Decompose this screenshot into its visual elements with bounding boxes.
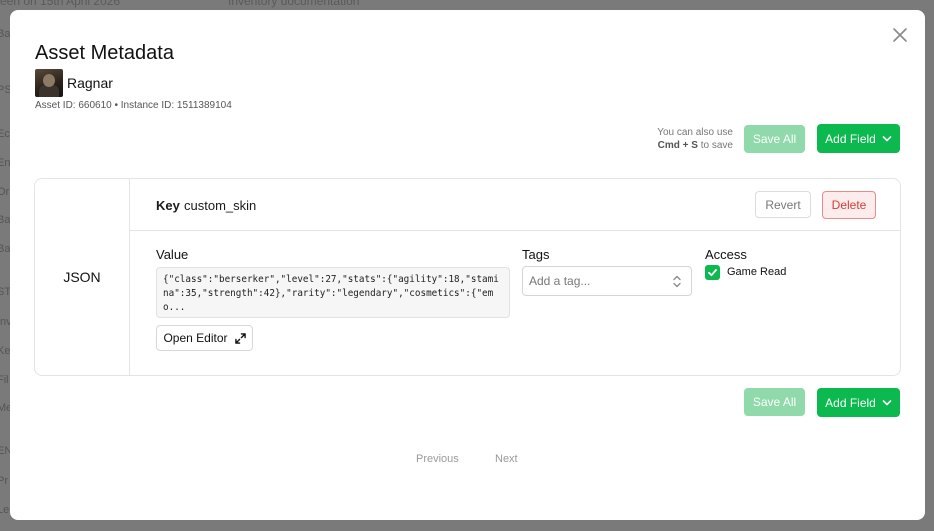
save-shortcut-hint: You can also use Cmd + S to save bbox=[618, 126, 733, 152]
chevron-up-down-icon bbox=[673, 275, 681, 288]
background-sidebar-item: Ba bbox=[0, 214, 11, 226]
metadata-field-card: JSON Key custom_skin Revert Delete Value… bbox=[34, 178, 901, 376]
add-field-label: Add Field bbox=[825, 395, 876, 410]
add-field-button-bottom[interactable]: Add Field bbox=[817, 388, 900, 417]
background-sidebar-item: Ke bbox=[0, 345, 11, 357]
background-text: een on 15th April 2026 bbox=[0, 0, 121, 8]
json-value-preview[interactable]: {"class":"berserker","level":27,"stats":… bbox=[156, 267, 510, 318]
asset-metadata-modal: Asset Metadata Ragnar Asset ID: 660610 •… bbox=[10, 10, 925, 520]
chevron-down-icon bbox=[882, 135, 892, 141]
background-sidebar-item: Ba bbox=[0, 243, 11, 255]
hint-text: You can also use bbox=[657, 127, 733, 138]
save-all-button[interactable]: Save All bbox=[744, 125, 805, 153]
expand-icon bbox=[234, 332, 246, 344]
open-editor-button[interactable]: Open Editor bbox=[156, 325, 253, 351]
asset-header: Ragnar bbox=[35, 69, 113, 97]
key-value: custom_skin bbox=[184, 198, 257, 213]
field-key-row: Key custom_skin Revert Delete bbox=[130, 179, 900, 231]
field-type: JSON bbox=[35, 179, 130, 375]
next-page-button[interactable]: Next bbox=[495, 453, 518, 465]
access-label: Access bbox=[705, 247, 747, 262]
previous-page-button[interactable]: Previous bbox=[416, 453, 459, 465]
value-label: Value bbox=[156, 247, 189, 262]
tags-input[interactable]: Add a tag... bbox=[522, 266, 692, 296]
background-sidebar-item: Le bbox=[0, 504, 10, 516]
background-sidebar-item: Ec bbox=[0, 128, 10, 140]
delete-button[interactable]: Delete bbox=[822, 191, 876, 219]
key-label: Key bbox=[156, 198, 180, 213]
add-field-button[interactable]: Add Field bbox=[817, 124, 900, 153]
background-sidebar-item: En bbox=[0, 157, 11, 169]
background-sidebar-item: Fil bbox=[0, 374, 9, 386]
game-read-label: Game Read bbox=[727, 266, 787, 278]
add-field-label: Add Field bbox=[825, 131, 876, 146]
background-sidebar-item: Pr bbox=[0, 475, 8, 487]
open-editor-label: Open Editor bbox=[163, 331, 228, 345]
game-read-checkbox[interactable] bbox=[705, 265, 720, 280]
modal-title: Asset Metadata bbox=[35, 42, 174, 64]
revert-button[interactable]: Revert bbox=[755, 191, 811, 218]
chevron-down-icon bbox=[882, 399, 892, 405]
background-sidebar-item: Ba bbox=[0, 28, 11, 40]
save-all-button-bottom[interactable]: Save All bbox=[744, 388, 805, 416]
hint-suffix: to save bbox=[697, 140, 733, 151]
background-sidebar-item: Or bbox=[0, 186, 10, 198]
check-icon bbox=[708, 269, 717, 277]
asset-ids: Asset ID: 660610 • Instance ID: 15113891… bbox=[35, 100, 232, 111]
shortcut-keys: Cmd + S bbox=[657, 140, 698, 151]
tags-placeholder: Add a tag... bbox=[529, 274, 591, 288]
close-icon[interactable] bbox=[891, 26, 909, 44]
tags-label: Tags bbox=[522, 247, 550, 262]
avatar bbox=[35, 69, 63, 97]
asset-name: Ragnar bbox=[67, 75, 113, 91]
background-link: Inventory documentation bbox=[228, 0, 360, 8]
